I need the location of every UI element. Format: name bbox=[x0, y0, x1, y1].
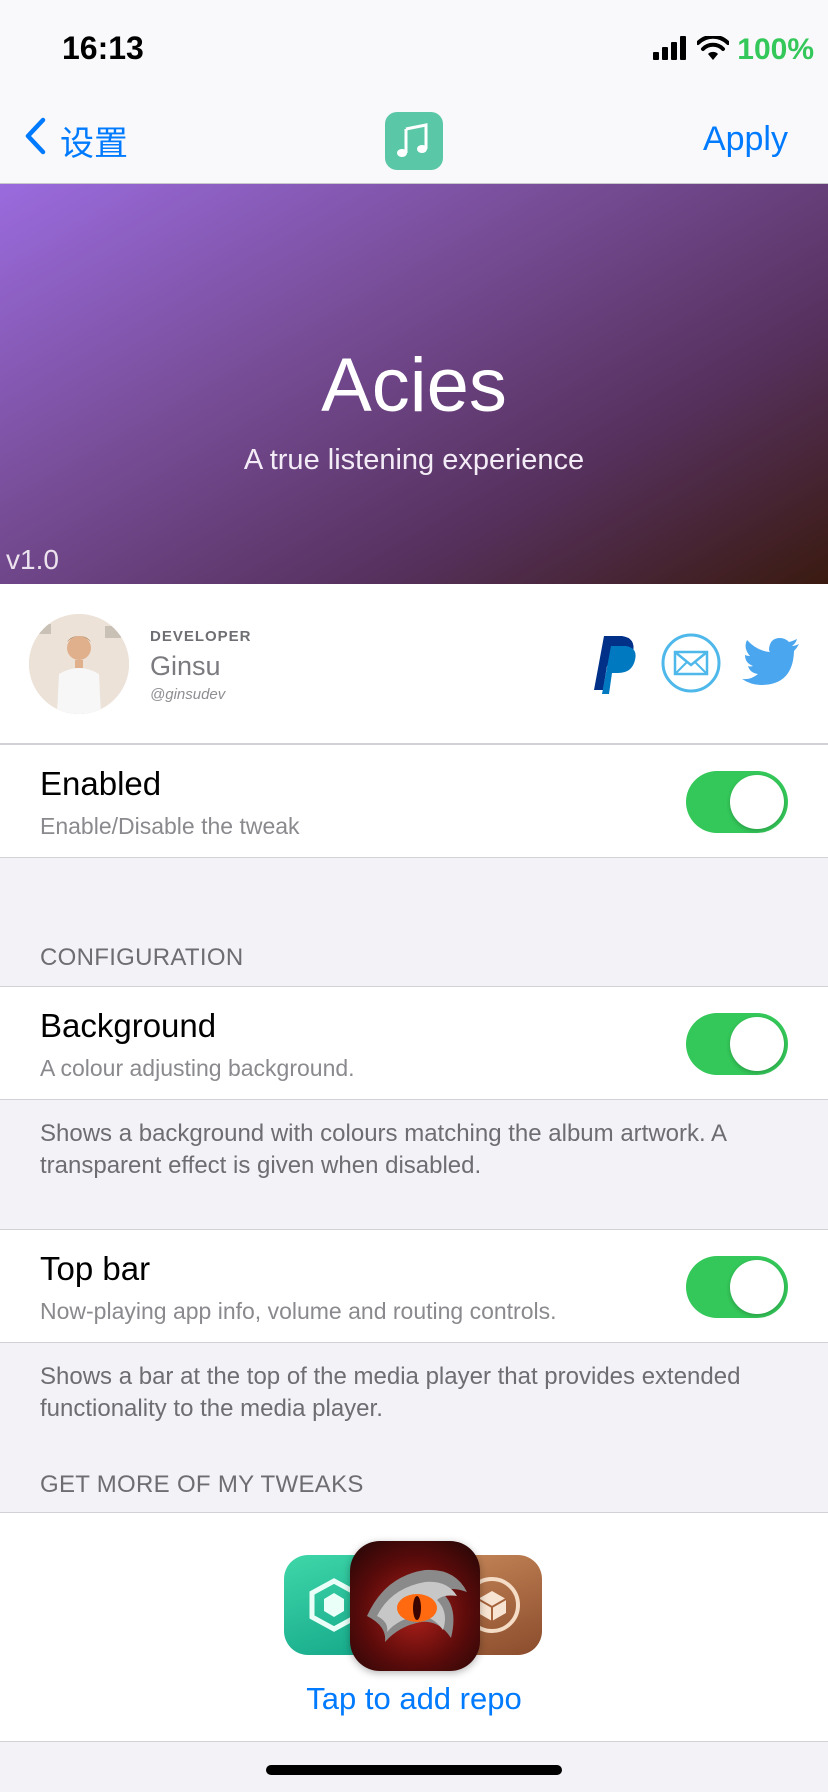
topbar-footer: Shows a bar at the top of the media play… bbox=[40, 1363, 741, 1422]
avatar bbox=[29, 614, 129, 714]
background-row: Background A colour adjusting background… bbox=[0, 986, 828, 1100]
battery-percentage: 100% bbox=[737, 33, 814, 66]
music-notes-icon bbox=[385, 112, 443, 170]
add-repo-link[interactable]: Tap to add repo bbox=[0, 1681, 828, 1717]
twitter-icon[interactable] bbox=[742, 638, 800, 693]
screen: 16:13 100% 设置 Apply Acies A true listeni… bbox=[0, 0, 828, 1792]
toggle-knob bbox=[730, 1260, 784, 1314]
more-tweaks-header: GET MORE OF MY TWEAKS bbox=[40, 1471, 364, 1498]
status-indicators: 100% bbox=[653, 30, 814, 70]
background-title: Background bbox=[40, 1007, 217, 1044]
back-label: 设置 bbox=[60, 125, 128, 163]
paypal-icon[interactable] bbox=[584, 632, 640, 699]
status-bar: 16:13 100% bbox=[0, 0, 828, 96]
developer-cell[interactable]: DEVELOPER Ginsu @ginsudev bbox=[0, 584, 828, 744]
add-repo-cell[interactable]: Tap to add repo bbox=[0, 1512, 828, 1742]
toggle-knob bbox=[730, 775, 784, 829]
navigation-bar: 设置 Apply bbox=[0, 96, 828, 184]
home-indicator bbox=[266, 1765, 562, 1775]
background-subtitle: A colour adjusting background. bbox=[40, 1055, 355, 1081]
apply-button[interactable]: Apply bbox=[703, 120, 788, 159]
dragon-eye-icon bbox=[350, 1541, 480, 1671]
wifi-icon bbox=[696, 34, 731, 65]
developer-info: DEVELOPER Ginsu @ginsudev bbox=[150, 628, 252, 703]
tweak-subtitle: A true listening experience bbox=[243, 444, 585, 476]
configuration-header: CONFIGURATION bbox=[40, 944, 244, 971]
toggle-knob bbox=[730, 1017, 784, 1071]
tweak-title: Acies bbox=[321, 343, 507, 428]
topbar-subtitle: Now-playing app info, volume and routing… bbox=[40, 1298, 557, 1324]
topbar-title: Top bar bbox=[40, 1250, 151, 1287]
repo-icon-stack bbox=[284, 1541, 544, 1671]
chevron-left-icon bbox=[24, 117, 46, 164]
back-button[interactable]: 设置 bbox=[24, 116, 128, 165]
topbar-toggle[interactable] bbox=[686, 1256, 788, 1318]
social-links bbox=[584, 632, 800, 699]
developer-name: Ginsu bbox=[150, 651, 221, 681]
developer-label: DEVELOPER bbox=[150, 628, 252, 645]
mail-icon[interactable] bbox=[660, 632, 722, 699]
status-time: 16:13 bbox=[62, 30, 144, 66]
topbar-row: Top bar Now-playing app info, volume and… bbox=[0, 1229, 828, 1343]
enabled-title: Enabled bbox=[40, 765, 162, 802]
enabled-row: Enabled Enable/Disable the tweak bbox=[0, 744, 828, 858]
header-banner: Acies A true listening experience v1.0 bbox=[0, 184, 828, 584]
developer-handle: @ginsudev bbox=[150, 686, 226, 703]
enabled-toggle[interactable] bbox=[686, 771, 788, 833]
version-label: v1.0 bbox=[6, 544, 59, 575]
background-toggle[interactable] bbox=[686, 1013, 788, 1075]
enabled-subtitle: Enable/Disable the tweak bbox=[40, 813, 300, 839]
background-footer: Shows a background with colours matching… bbox=[40, 1120, 726, 1179]
cellular-signal-icon bbox=[653, 35, 689, 65]
